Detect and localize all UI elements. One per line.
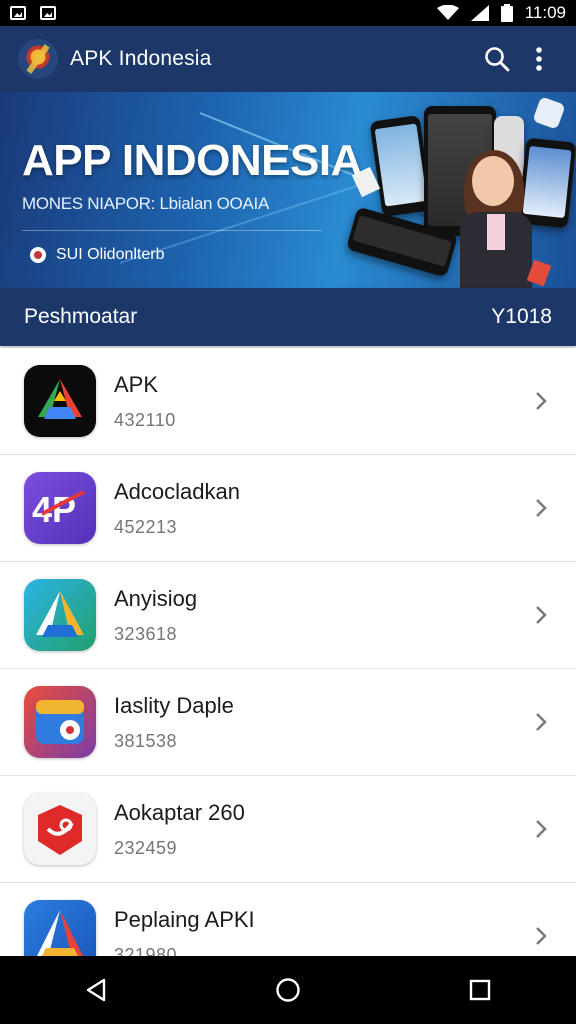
- app-meta: 323618: [114, 623, 178, 644]
- list-item[interactable]: Iaslity Daple 381538: [0, 669, 576, 776]
- app-meta: 452213: [114, 516, 178, 537]
- back-triangle-icon: [86, 978, 106, 1002]
- search-button[interactable]: [476, 38, 518, 80]
- apk-app-icon: [24, 365, 96, 437]
- list-item[interactable]: Aokaptar 260 232459: [0, 776, 576, 883]
- anyisiog-app-icon: [24, 579, 96, 651]
- banner-subtitle: MONES NIAPOR: Lbialan OOAIA: [22, 194, 269, 213]
- phone-illustration: [517, 137, 576, 229]
- badge-icon: [30, 247, 46, 263]
- adcocladkan-app-icon: 4P: [24, 472, 96, 544]
- section-title: Peshmoatar: [24, 305, 138, 328]
- banner-divider: [22, 230, 322, 231]
- cell-signal-icon: [470, 5, 489, 21]
- list-item[interactable]: Anyisiog 323618: [0, 562, 576, 669]
- banner-title: APP INDONESIA: [22, 136, 362, 185]
- list-item-text: Adcocladkan 452213: [114, 479, 528, 538]
- peplaing-apk-app-icon: [24, 900, 96, 956]
- app-meta: 321980: [114, 944, 178, 957]
- photo-notification-icon: [40, 6, 56, 20]
- app-name: Iaslity Daple: [114, 692, 234, 718]
- gallery-notification-icon: [10, 6, 26, 20]
- app-logo: [18, 39, 58, 79]
- list-item[interactable]: APK 432110: [0, 348, 576, 455]
- list-item[interactable]: 4P Adcocladkan 452213: [0, 455, 576, 562]
- app-title: APK Indonesia: [70, 47, 212, 70]
- system-navigation-bar: [0, 956, 576, 1024]
- list-item-text: Anyisiog 323618: [114, 586, 528, 645]
- chevron-right-icon: [528, 923, 554, 949]
- list-item-text: Aokaptar 260 232459: [114, 800, 528, 859]
- back-button[interactable]: [66, 965, 126, 1015]
- more-vert-icon: [536, 47, 542, 71]
- chevron-right-icon: [528, 816, 554, 842]
- list-item-text: Peplaing APKI 321980: [114, 907, 528, 957]
- aokaptar-app-icon: [24, 793, 96, 865]
- chevron-right-icon: [528, 495, 554, 521]
- app-tile-decoration: [532, 96, 566, 130]
- app-bar: APK Indonesia: [0, 26, 576, 92]
- battery-icon: [500, 4, 513, 22]
- app-name: APK: [114, 371, 159, 397]
- list-item-text: Iaslity Daple 381538: [114, 693, 528, 752]
- status-time: 11:09: [524, 3, 566, 22]
- person-face: [472, 156, 514, 206]
- phone-illustration: [369, 114, 433, 218]
- app-meta: 232459: [114, 837, 178, 858]
- chevron-right-icon: [528, 602, 554, 628]
- recents-button[interactable]: [450, 965, 510, 1015]
- list-item-text: APK 432110: [114, 372, 528, 431]
- search-icon: [485, 47, 510, 72]
- recents-square-icon: [469, 979, 491, 1001]
- home-button[interactable]: [258, 965, 318, 1015]
- app-name: Aokaptar 260: [114, 799, 245, 825]
- home-circle-icon: [276, 978, 300, 1002]
- iaslity-daple-app-icon: [24, 686, 96, 758]
- promo-banner[interactable]: APP INDONESIA MONES NIAPOR: Lbialan OOAI…: [0, 92, 576, 288]
- banner-badge-text: SUI Olidonlterb: [56, 246, 165, 263]
- section-count: Y1018: [491, 305, 552, 328]
- app-name: Anyisiog: [114, 585, 198, 611]
- wifi-icon: [436, 5, 459, 20]
- app-list[interactable]: APK 432110 4P Adcocladkan 452213 Anyisio…: [0, 348, 576, 956]
- overflow-menu-button[interactable]: [518, 38, 560, 80]
- app-name: Peplaing APKI: [114, 906, 255, 932]
- app-name: Adcocladkan: [114, 478, 240, 504]
- banner-badge: SUI Olidonlterb: [30, 246, 165, 264]
- person-shirt: [487, 214, 505, 250]
- list-item[interactable]: Peplaing APKI 321980: [0, 883, 576, 956]
- app-meta: 381538: [114, 730, 178, 751]
- status-bar: 11:09: [0, 0, 576, 26]
- chevron-right-icon: [528, 709, 554, 735]
- section-header: Peshmoatar Y1018: [0, 288, 576, 346]
- app-meta: 432110: [114, 409, 176, 430]
- chevron-right-icon: [528, 388, 554, 414]
